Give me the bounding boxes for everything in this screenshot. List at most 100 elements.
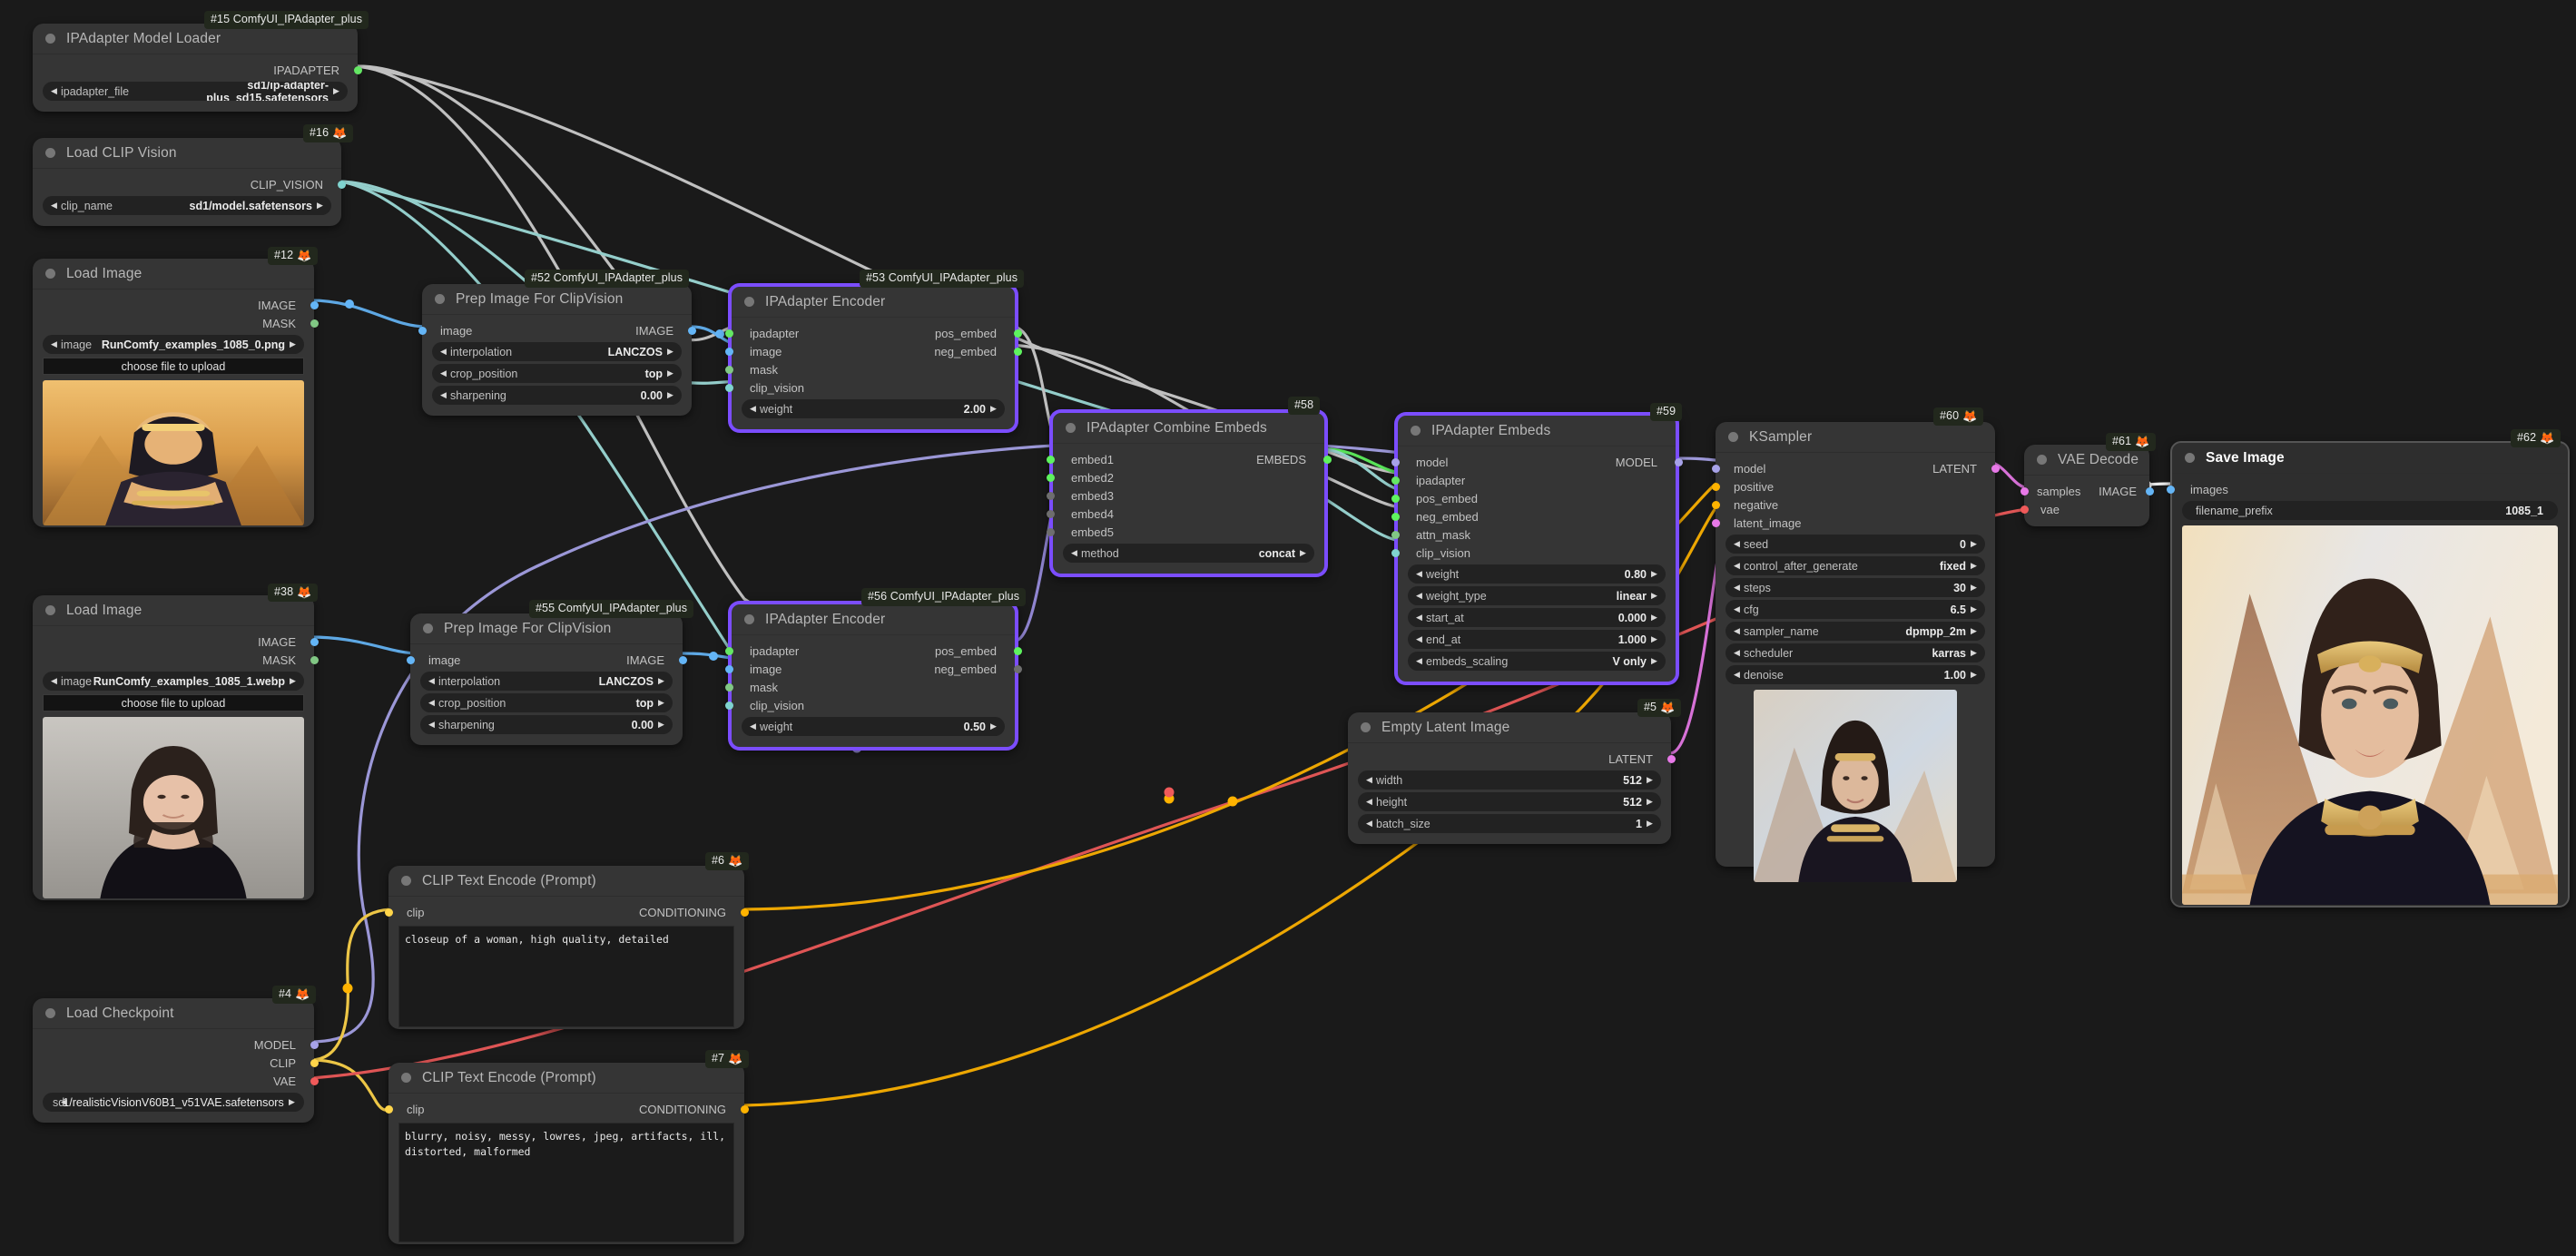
chevron-right-icon[interactable]: ▶ — [1298, 549, 1308, 557]
chevron-left-icon[interactable]: ◀ — [1732, 540, 1742, 548]
input-slot-mask[interactable]: mask — [724, 678, 1015, 696]
node-title[interactable]: KSampler — [1716, 422, 1995, 453]
input-slot-positive[interactable]: positive — [1711, 477, 1995, 496]
chevron-right-icon[interactable]: ▶ — [1969, 671, 1979, 679]
node-ipadapter-embeds[interactable]: IPAdapter Embeds model MODEL ipadapter p… — [1391, 413, 1683, 684]
pin-image[interactable] — [310, 637, 319, 646]
chevron-right-icon[interactable]: ▶ — [1645, 798, 1655, 806]
collapse-dot-icon[interactable] — [45, 148, 55, 158]
collapse-dot-icon[interactable] — [2185, 453, 2195, 463]
node-title[interactable]: Prep Image For ClipVision — [410, 613, 683, 644]
pin-image-out[interactable] — [678, 655, 687, 664]
pin-image-in[interactable] — [724, 664, 733, 673]
chevron-left-icon[interactable]: ◀ — [49, 340, 59, 348]
chevron-right-icon[interactable]: ▶ — [988, 722, 998, 731]
collapse-dot-icon[interactable] — [45, 269, 55, 279]
chevron-right-icon[interactable]: ▶ — [1649, 613, 1659, 622]
chevron-left-icon[interactable]: ◀ — [1732, 627, 1742, 635]
pin-clip-vision[interactable] — [1391, 548, 1400, 557]
pin-pos-embed[interactable] — [1391, 494, 1400, 503]
node-ipadapter-model-loader[interactable]: IPAdapter Model Loader IPADAPTER ◀ ipada… — [33, 24, 362, 112]
collapse-dot-icon[interactable] — [2037, 455, 2047, 465]
collapse-dot-icon[interactable] — [744, 614, 754, 624]
collapse-dot-icon[interactable] — [435, 294, 445, 304]
chevron-right-icon[interactable]: ▶ — [331, 87, 341, 95]
pin-attn-mask[interactable] — [1391, 530, 1400, 539]
node-ipadapter-encoder-1[interactable]: IPAdapter Encoder ipadapter pos_embed im… — [724, 284, 1022, 432]
slot-row-samples[interactable]: samples IMAGE — [2020, 482, 2154, 500]
input-slot-images[interactable]: images — [2166, 480, 2568, 498]
pin-mask[interactable] — [310, 655, 319, 664]
node-load-checkpoint[interactable]: Load Checkpoint MODEL CLIP VAE sd ◀ 1/re… — [33, 998, 319, 1123]
slot-row-clip[interactable]: clip CONDITIONING — [384, 903, 749, 921]
chevron-left-icon[interactable]: ◀ — [438, 369, 448, 378]
collapse-dot-icon[interactable] — [1728, 432, 1738, 442]
pin-clip-vision[interactable] — [337, 180, 346, 189]
widget-interpolation[interactable]: ◀ interpolation LANCZOS ▶ — [420, 672, 673, 691]
chevron-left-icon[interactable]: ◀ — [1364, 798, 1374, 806]
chevron-left-icon[interactable]: ◀ — [49, 677, 59, 685]
output-slot-mask[interactable]: MASK — [33, 651, 319, 669]
pin-embed3[interactable] — [1046, 491, 1055, 500]
chevron-right-icon[interactable]: ▶ — [1969, 627, 1979, 635]
node-ksampler[interactable]: KSampler model LATENT positive negative … — [1711, 422, 2000, 882]
chevron-right-icon[interactable]: ▶ — [1969, 540, 1979, 548]
pin-conditioning-out[interactable] — [740, 908, 749, 917]
output-slot-vae[interactable]: VAE — [33, 1072, 319, 1090]
chevron-left-icon[interactable]: ◀ — [49, 87, 59, 95]
widget-cfg[interactable]: ◀ cfg 6.5 ▶ — [1726, 600, 1985, 619]
chevron-left-icon[interactable]: ◀ — [1414, 613, 1424, 622]
widget-scheduler[interactable]: ◀ scheduler karras ▶ — [1726, 643, 1985, 662]
pin-model[interactable] — [310, 1040, 319, 1049]
widget-clip-name[interactable]: ◀ clip_name sd1/model.safetensors ▶ — [43, 196, 331, 215]
pin-mask[interactable] — [310, 319, 319, 328]
pin-model-out[interactable] — [1674, 457, 1683, 466]
chevron-left-icon[interactable]: ◀ — [1732, 649, 1742, 657]
prompt-textarea-negative[interactable]: blurry, noisy, messy, lowres, jpeg, arti… — [398, 1123, 734, 1242]
collapse-dot-icon[interactable] — [423, 623, 433, 633]
widget-sharpening[interactable]: ◀ sharpening 0.00 ▶ — [432, 386, 682, 405]
node-ipadapter-combine-embeds[interactable]: IPAdapter Combine Embeds embed1 EMBEDS e… — [1046, 410, 1332, 576]
pin-clip[interactable] — [310, 1058, 319, 1067]
widget-batch-size[interactable]: ◀ batch_size 1 ▶ — [1358, 814, 1661, 833]
chevron-left-icon[interactable]: ◀ — [1732, 671, 1742, 679]
output-slot-model[interactable]: MODEL — [33, 1035, 319, 1054]
pin-clip-vision[interactable] — [724, 383, 733, 392]
chevron-left-icon[interactable]: ◀ — [1414, 657, 1424, 665]
widget-crop-position[interactable]: ◀ crop_position top ▶ — [420, 693, 673, 712]
node-title[interactable]: CLIP Text Encode (Prompt) — [388, 866, 744, 897]
pin-image-in[interactable] — [724, 347, 733, 356]
chevron-left-icon[interactable]: ◀ — [1414, 570, 1424, 578]
output-slot-image[interactable]: IMAGE — [33, 633, 319, 651]
input-slot-pos-embed[interactable]: pos_embed — [1391, 489, 1676, 507]
slot-row-image[interactable]: image IMAGE — [406, 651, 687, 669]
pin-images[interactable] — [2166, 485, 2175, 494]
chevron-left-icon[interactable]: ◀ — [1732, 584, 1742, 592]
node-title[interactable]: IPAdapter Encoder — [732, 287, 1015, 318]
chevron-left-icon[interactable]: ◀ — [1414, 592, 1424, 600]
pin-latent-image[interactable] — [1711, 518, 1720, 527]
chevron-right-icon[interactable]: ▶ — [656, 721, 666, 729]
chevron-right-icon[interactable]: ▶ — [656, 677, 666, 685]
input-slot-neg-embed[interactable]: neg_embed — [1391, 507, 1676, 525]
input-slot-clip-vision[interactable]: clip_vision — [724, 696, 1015, 714]
widget-weight-type[interactable]: ◀ weight_type linear ▶ — [1408, 586, 1666, 605]
chevron-right-icon[interactable]: ▶ — [1645, 819, 1655, 828]
chevron-left-icon[interactable]: ◀ — [1732, 562, 1742, 570]
pin-image[interactable] — [310, 300, 319, 309]
input-slot-vae[interactable]: vae — [2020, 500, 2149, 518]
pin-ipadapter-in[interactable] — [724, 329, 733, 338]
widget-height[interactable]: ◀ height 512 ▶ — [1358, 792, 1661, 811]
widget-ipadapter-file[interactable]: ◀ ipadapter_file sd1/ip-adapter-plus_sd1… — [43, 82, 348, 101]
pin-clip-in[interactable] — [384, 908, 393, 917]
node-title[interactable]: Load Checkpoint — [33, 998, 314, 1029]
widget-image-file[interactable]: ◀ image RunComfy_examples_1085_0.png ▶ — [43, 335, 304, 354]
pin-ipadapter[interactable] — [1391, 476, 1400, 485]
pin-neg-embed-out[interactable] — [1013, 347, 1022, 356]
pin-embed1[interactable] — [1046, 455, 1055, 464]
choose-file-to-upload-button[interactable]: choose file to upload — [43, 694, 304, 711]
pin-positive[interactable] — [1711, 482, 1720, 491]
chevron-left-icon[interactable]: ◀ — [1069, 549, 1079, 557]
output-slot-mask[interactable]: MASK — [33, 314, 319, 332]
pin-ipadapter[interactable] — [353, 65, 362, 74]
